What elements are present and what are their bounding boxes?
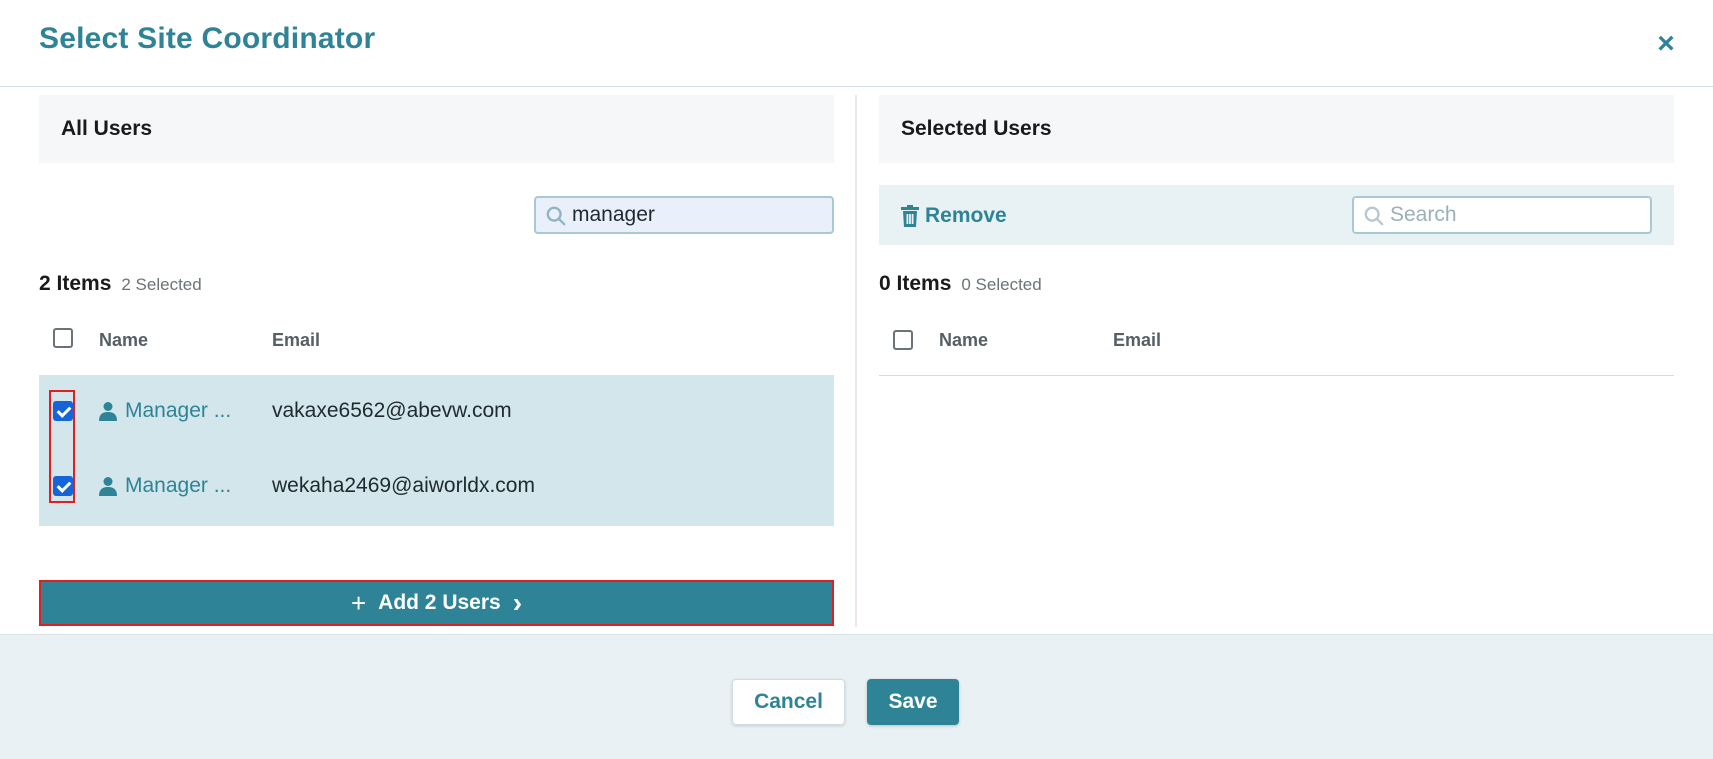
all-users-heading: All Users xyxy=(61,117,153,140)
panel-divider xyxy=(855,95,857,627)
save-button[interactable]: Save xyxy=(867,679,959,725)
user-name: Manager ... xyxy=(125,399,232,422)
user-name-link[interactable]: Manager ... xyxy=(99,399,231,423)
selected-users-email-column: Email xyxy=(1113,330,1162,350)
user-icon xyxy=(99,402,117,421)
dialog-header: Select Site Coordinator × xyxy=(0,0,1713,87)
selected-users-search[interactable] xyxy=(1352,196,1652,234)
table-row[interactable]: Manager ... vakaxe6562@abevw.com xyxy=(39,375,834,450)
selected-users-name-column: Name xyxy=(939,330,989,350)
selected-users-table-divider xyxy=(879,375,1674,376)
all-users-header: All Users xyxy=(39,95,834,163)
selected-users-toolbar: Remove xyxy=(879,185,1674,245)
selected-users-count: 0 Items 0 Selected xyxy=(879,272,1042,302)
user-email: vakaxe6562@abevw.com xyxy=(272,399,512,422)
all-users-count: 2 Items 2 Selected xyxy=(39,272,202,302)
selected-users-item-count: 0 Items xyxy=(879,272,952,295)
cancel-button[interactable]: Cancel xyxy=(732,679,845,725)
search-icon xyxy=(1364,206,1384,226)
user-name: Manager ... xyxy=(125,474,232,497)
selected-users-header: Selected Users xyxy=(879,95,1674,163)
selected-checkboxes-highlight xyxy=(49,390,75,503)
selected-users-search-input[interactable] xyxy=(1390,200,1640,230)
all-users-table-body: Manager ... vakaxe6562@abevw.com Manager… xyxy=(39,375,834,526)
add-users-label: Add 2 Users xyxy=(378,591,501,614)
all-users-item-count: 2 Items xyxy=(39,272,112,295)
all-users-name-column: Name xyxy=(99,330,149,350)
user-email: wekaha2469@aiworldx.com xyxy=(272,474,535,497)
user-name-link[interactable]: Manager ... xyxy=(99,474,231,498)
trash-icon xyxy=(901,205,919,227)
add-users-button[interactable]: + Add 2 Users › xyxy=(39,580,834,626)
dialog-footer: Cancel Save xyxy=(0,634,1713,759)
all-users-search-input[interactable] xyxy=(572,200,822,230)
selected-users-selected-count: 0 Selected xyxy=(961,275,1042,294)
all-users-search[interactable] xyxy=(534,196,834,234)
all-users-selected-count: 2 Selected xyxy=(121,275,202,294)
all-users-email-column: Email xyxy=(272,330,321,350)
close-icon[interactable]: × xyxy=(1646,24,1686,64)
chevron-right-icon: › xyxy=(512,587,523,618)
table-row[interactable]: Manager ... wekaha2469@aiworldx.com xyxy=(39,450,834,525)
all-users-select-all-checkbox[interactable] xyxy=(53,328,73,348)
user-icon xyxy=(99,477,117,496)
selected-users-select-all-checkbox[interactable] xyxy=(893,330,913,350)
select-site-coordinator-dialog: Select Site Coordinator × All Users 2 It… xyxy=(0,0,1713,759)
plus-icon: + xyxy=(350,587,367,618)
search-icon xyxy=(546,206,566,226)
remove-label: Remove xyxy=(925,204,1007,227)
selected-users-heading: Selected Users xyxy=(901,117,1052,140)
remove-button[interactable]: Remove xyxy=(901,201,1007,231)
dialog-title: Select Site Coordinator xyxy=(39,22,376,55)
